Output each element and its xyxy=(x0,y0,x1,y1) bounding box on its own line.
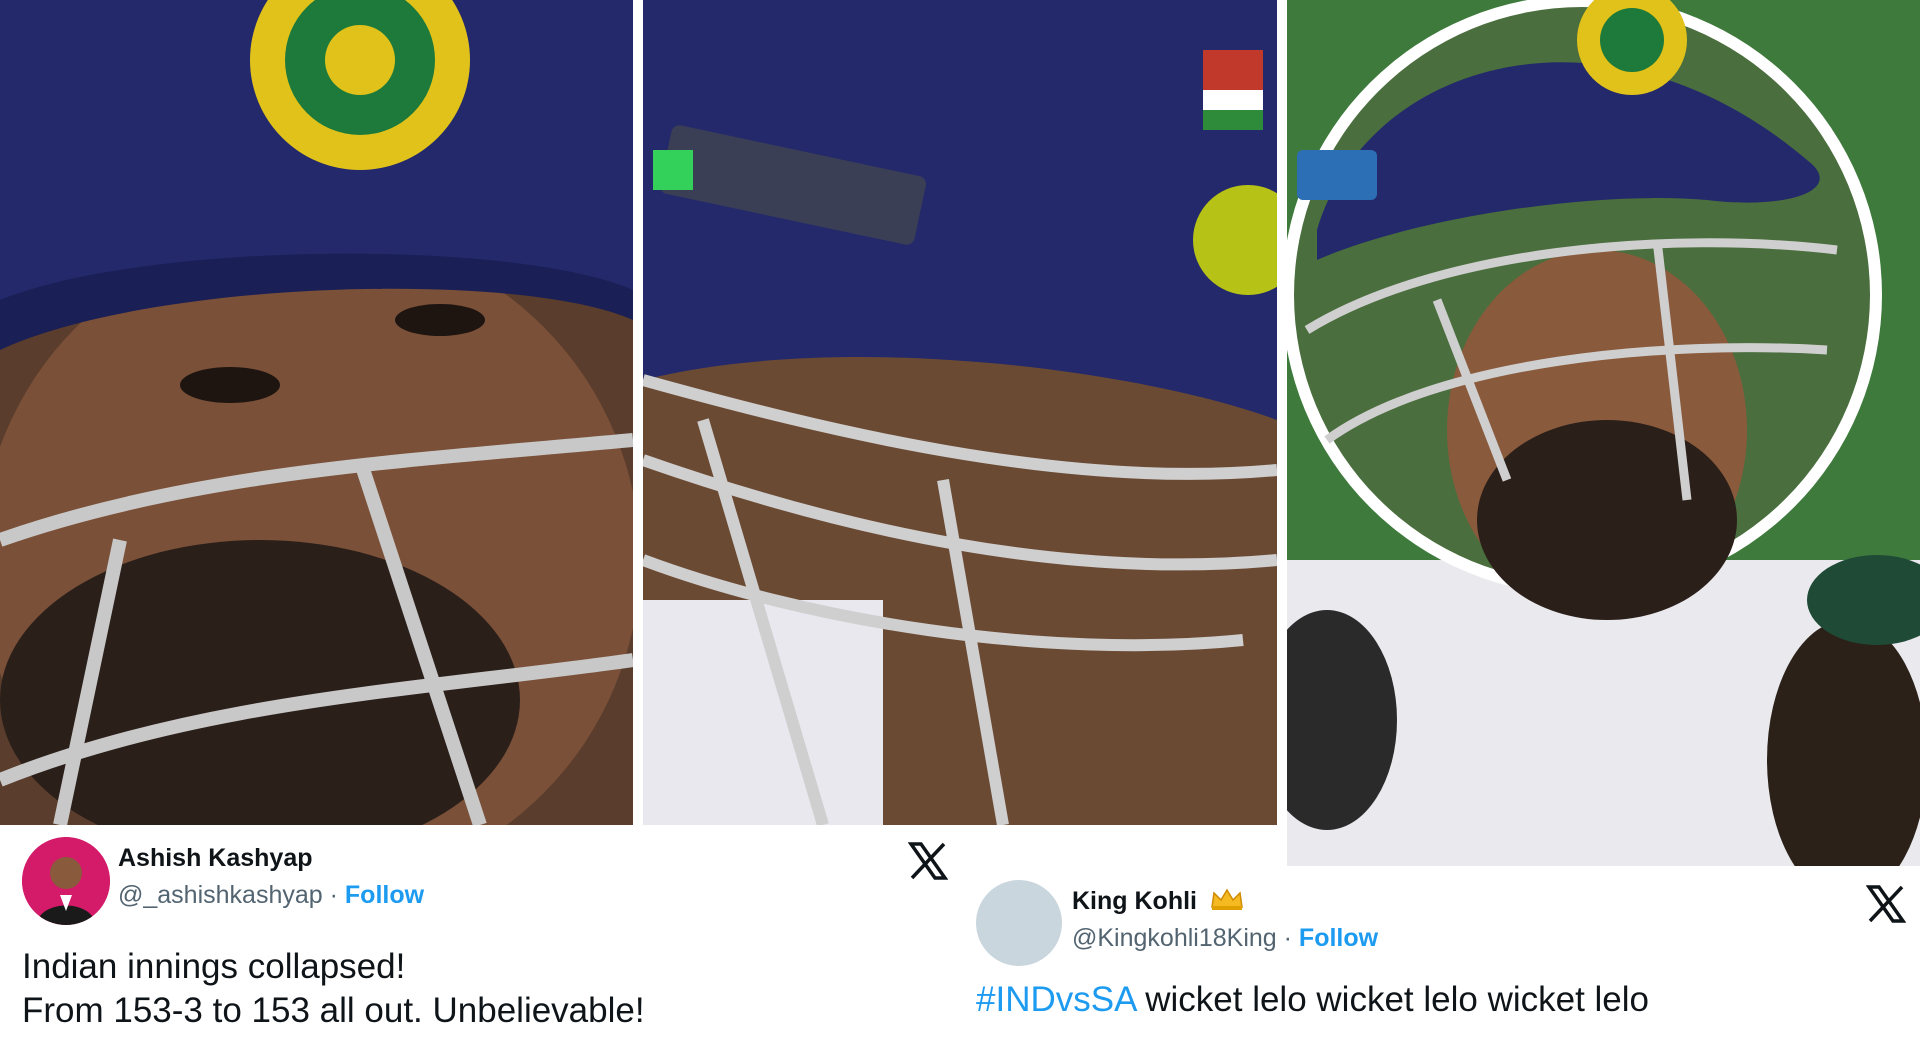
hashtag-link[interactable]: #INDvsSA xyxy=(976,980,1136,1019)
author-name[interactable]: King Kohli xyxy=(1072,887,1197,915)
x-logo-icon[interactable] xyxy=(1865,884,1907,924)
separator-dot: · xyxy=(329,881,338,909)
x-logo-icon[interactable] xyxy=(907,841,949,881)
author-handle[interactable]: @Kingkohli18King xyxy=(1072,924,1277,952)
handle-line: @_ashishkashyap · Follow xyxy=(118,880,424,910)
author-name[interactable]: Ashish Kashyap xyxy=(118,843,313,873)
handle-line: @Kingkohli18King · Follow xyxy=(1072,923,1378,953)
author-handle[interactable]: @_ashishkashyap xyxy=(118,881,323,909)
follow-button[interactable]: Follow xyxy=(345,881,424,909)
photo-panel-left xyxy=(0,0,633,825)
follow-button[interactable]: Follow xyxy=(1299,924,1378,952)
separator-dot: · xyxy=(1283,924,1292,952)
author-name-row: King Kohli xyxy=(1072,886,1244,918)
tweet-body: wicket lelo wicket lelo wicket lelo xyxy=(1135,980,1650,1019)
crown-icon xyxy=(1210,887,1244,918)
tweet-card-ashish: Ashish Kashyap @_ashishkashyap · Follow … xyxy=(0,825,958,1047)
tweet-card-kingkohli: King Kohli @Kingkohli18King · Follow #IN… xyxy=(958,866,1920,1047)
photo-panel-middle xyxy=(643,0,1277,825)
avatar[interactable] xyxy=(22,837,110,925)
avatar[interactable] xyxy=(976,880,1062,966)
photo-panel-right xyxy=(1287,0,1920,866)
tweet-text-line-2: From 153-3 to 153 all out. Unbelievable! xyxy=(22,991,645,1030)
tweet-text: #INDvsSA wicket lelo wicket lelo wicket … xyxy=(976,978,1649,1021)
tweet-text-line-1: Indian innings collapsed! xyxy=(22,947,406,986)
